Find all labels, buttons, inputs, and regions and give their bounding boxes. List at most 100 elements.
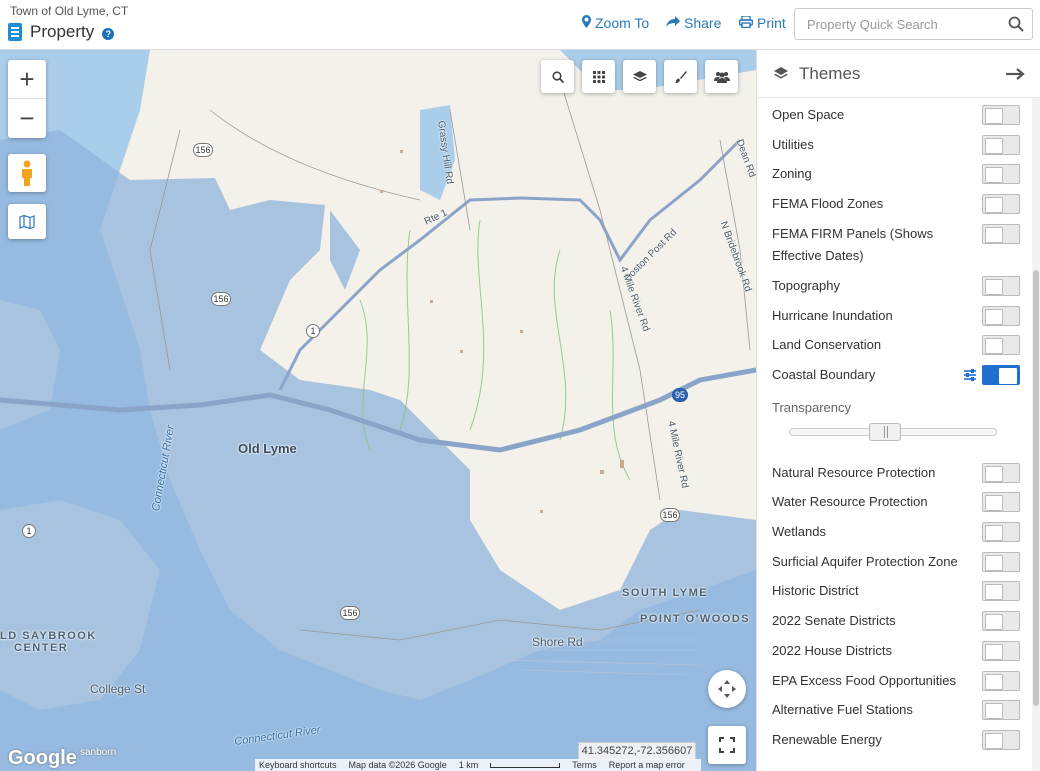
keyboard-shortcuts-link[interactable]: Keyboard shortcuts: [259, 760, 337, 770]
theme-layer-row: Surficial Aquifer Protection Zone: [757, 547, 1033, 577]
theme-layer-row: 2022 Senate Districts: [757, 606, 1033, 636]
print-button[interactable]: Print: [738, 14, 786, 31]
page-title: Property: [30, 22, 95, 41]
help-icon[interactable]: ?: [102, 27, 115, 40]
theme-layer-row: Topography: [757, 271, 1033, 301]
grid-tool-button[interactable]: [582, 60, 615, 93]
printer-icon: [738, 14, 754, 31]
zoom-to-button[interactable]: Zoom To: [582, 15, 649, 31]
theme-layer-label: 2022 House Districts: [772, 642, 892, 658]
transparency-slider[interactable]: [789, 422, 997, 441]
map-search-tool-button[interactable]: [541, 60, 574, 93]
theme-layer-toggle[interactable]: [982, 640, 1020, 661]
report-error-link[interactable]: Report a map error: [609, 760, 685, 770]
map-scale: 1 km: [458, 760, 479, 770]
theme-layer-label: Natural Resource Protection: [772, 464, 936, 480]
theme-layer-toggle[interactable]: [982, 492, 1020, 513]
street-view-pegman-button[interactable]: [8, 154, 46, 192]
users-icon: [713, 71, 730, 83]
theme-layer-label: Zoning: [772, 166, 812, 182]
layer-settings-sliders-icon[interactable]: [963, 368, 977, 382]
panel-scrollbar[interactable]: [1032, 98, 1040, 771]
map-type-button[interactable]: [8, 204, 46, 239]
theme-layer-row: FEMA Flood Zones: [757, 189, 1033, 219]
map-label-center: CENTER: [14, 642, 69, 654]
theme-layer-label: Renewable Energy: [772, 731, 882, 747]
terms-link[interactable]: Terms: [572, 760, 597, 770]
fullscreen-button[interactable]: [708, 726, 746, 764]
map-label-shore-rd: Shore Rd: [532, 635, 583, 649]
theme-layer-toggle[interactable]: [982, 223, 1020, 244]
theme-layer-row: Zoning: [757, 159, 1033, 189]
map-label-south-lyme: SOUTH LYME: [622, 587, 709, 599]
theme-layer-toggle[interactable]: [982, 134, 1020, 155]
theme-layer-label: Land Conservation: [772, 337, 882, 353]
search-icon[interactable]: [1008, 16, 1024, 32]
grid-icon: [592, 70, 605, 83]
property-search-box: [794, 8, 1033, 40]
route-156-shield: 156: [193, 143, 213, 157]
theme-layer-toggle[interactable]: [982, 462, 1020, 483]
theme-layer-row: Alternative Fuel Stations: [757, 695, 1033, 725]
theme-layer-label: Utilities: [772, 136, 814, 152]
themes-title: Themes: [799, 64, 861, 83]
theme-layer-label: Alternative Fuel Stations: [772, 702, 913, 718]
theme-layer-toggle[interactable]: [982, 522, 1020, 542]
theme-layer-row: Historic District: [757, 576, 1033, 606]
theme-layer-toggle[interactable]: [982, 729, 1020, 750]
pegman-icon: [22, 160, 32, 186]
owners-tool-button[interactable]: [705, 60, 738, 93]
map-data-credit: Map data ©2026 Google: [348, 760, 447, 770]
panel-scrollbar-thumb[interactable]: [1033, 270, 1039, 706]
theme-layer-label: EPA Excess Food Opportunities: [772, 672, 957, 688]
pan-compass-button[interactable]: [708, 670, 746, 708]
zoom-in-button[interactable]: +: [8, 60, 46, 99]
transparency-slider-handle[interactable]: [869, 422, 901, 441]
theme-layer-row: Land Conservation: [757, 330, 1033, 360]
theme-layer-toggle[interactable]: [982, 611, 1020, 632]
theme-layer-row: Water Resource Protection: [757, 487, 1033, 517]
theme-layer-toggle[interactable]: [982, 700, 1020, 721]
layers-icon: [632, 70, 647, 81]
route-156-shield: 156: [340, 606, 360, 620]
theme-layer-row: Open Space: [757, 100, 1033, 130]
theme-layer-toggle[interactable]: [982, 305, 1020, 326]
theme-layer-label: Historic District: [772, 583, 859, 599]
theme-layer-toggle[interactable]: [982, 364, 1020, 385]
theme-layer-label: Topography: [772, 277, 840, 293]
print-label: Print: [757, 15, 786, 31]
brush-icon: [674, 70, 687, 83]
theme-layer-row: FEMA FIRM Panels (Shows Effective Dates): [757, 219, 1033, 271]
share-icon: [666, 15, 680, 31]
zoom-out-button[interactable]: −: [8, 99, 46, 138]
theme-layer-toggle[interactable]: [982, 194, 1020, 215]
property-doc-icon: [8, 23, 22, 41]
themes-layers-icon: [774, 67, 788, 79]
themes-panel-header: Themes: [757, 50, 1040, 98]
theme-layer-toggle[interactable]: [982, 335, 1020, 356]
theme-layer-row: Utilities: [757, 130, 1033, 160]
theme-layer-toggle[interactable]: [982, 581, 1020, 602]
layers-tool-button[interactable]: [623, 60, 656, 93]
collapse-panel-icon[interactable]: [1005, 66, 1025, 82]
map-canvas[interactable]: Old Lyme SOUTH LYME POINT O'WOODS LD SAY…: [0, 50, 756, 771]
map-marker-icon: [582, 15, 591, 31]
map-attribution-bar: Keyboard shortcuts Map data ©2026 Google…: [255, 759, 701, 771]
route-156-shield: 156: [660, 508, 680, 522]
share-button[interactable]: Share: [666, 15, 721, 31]
theme-layer-toggle[interactable]: [982, 164, 1020, 185]
sanborn-logo: sanborn: [80, 747, 117, 758]
map-label-college-st: College St: [90, 682, 146, 696]
theme-layer-toggle[interactable]: [982, 551, 1020, 572]
theme-layer-label: FEMA Flood Zones: [772, 196, 884, 212]
zoom-to-label: Zoom To: [595, 15, 650, 31]
theme-layer-row: Natural Resource Protection: [757, 458, 1033, 488]
theme-layer-toggle[interactable]: [982, 105, 1020, 125]
theme-layer-toggle[interactable]: [982, 670, 1020, 691]
map-label-point-o-woods: POINT O'WOODS: [640, 613, 751, 625]
theme-layer-toggle[interactable]: [982, 275, 1020, 296]
property-search-input[interactable]: [795, 9, 995, 39]
zoom-controls: + −: [8, 60, 46, 138]
draw-tool-button[interactable]: [664, 60, 697, 93]
fullscreen-icon: [719, 737, 735, 753]
